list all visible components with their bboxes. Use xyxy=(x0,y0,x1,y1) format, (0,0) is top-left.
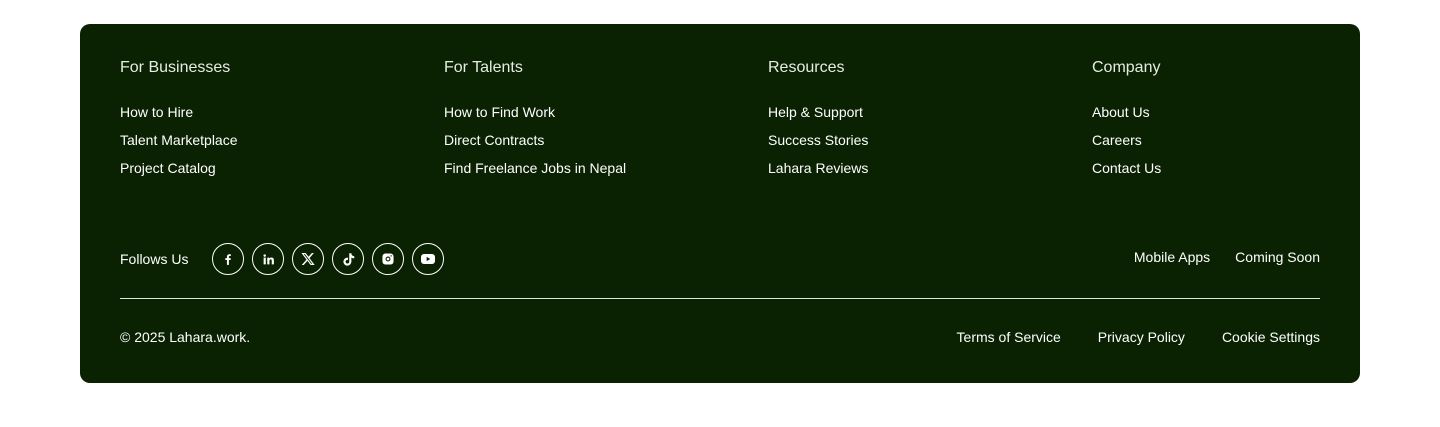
x-twitter-icon[interactable] xyxy=(292,243,325,275)
link-careers[interactable]: Careers xyxy=(1092,132,1142,148)
facebook-icon[interactable] xyxy=(212,243,245,275)
site-footer: For Businesses How to Hire Talent Market… xyxy=(80,24,1360,383)
linkedin-icon[interactable] xyxy=(252,243,285,275)
link-direct-contracts[interactable]: Direct Contracts xyxy=(444,132,544,148)
link-about-us[interactable]: About Us xyxy=(1092,104,1150,120)
legal-links: Terms of Service Privacy Policy Cookie S… xyxy=(957,328,1320,346)
link-success-stories[interactable]: Success Stories xyxy=(768,132,868,148)
instagram-icon[interactable] xyxy=(372,243,405,275)
footer-column-resources: Resources Help & Support Success Stories… xyxy=(768,58,868,187)
footer-column-company: Company About Us Careers Contact Us xyxy=(1092,58,1161,187)
link-how-to-find-work[interactable]: How to Find Work xyxy=(444,104,555,120)
column-title: For Businesses xyxy=(120,59,231,76)
link-how-to-hire[interactable]: How to Hire xyxy=(120,104,193,120)
link-cookie-settings[interactable]: Cookie Settings xyxy=(1222,328,1320,346)
follow-us-label: Follows Us xyxy=(120,251,189,267)
link-lahara-reviews[interactable]: Lahara Reviews xyxy=(768,160,868,176)
footer-column-businesses: For Businesses How to Hire Talent Market… xyxy=(120,58,238,187)
tiktok-icon[interactable] xyxy=(332,243,365,275)
copyright-text: © 2025 Lahara.work. xyxy=(120,329,251,345)
mobile-apps-label: Mobile Apps xyxy=(1133,249,1211,265)
link-contact-us[interactable]: Contact Us xyxy=(1092,160,1161,176)
link-privacy-policy[interactable]: Privacy Policy xyxy=(1098,328,1185,346)
youtube-icon[interactable] xyxy=(412,243,445,275)
link-help-support[interactable]: Help & Support xyxy=(768,104,863,120)
mobile-apps-row: Mobile Apps Coming Soon xyxy=(1134,248,1320,266)
column-title: For Talents xyxy=(444,59,523,76)
footer-divider xyxy=(120,298,1320,299)
link-terms-of-service[interactable]: Terms of Service xyxy=(957,328,1061,346)
column-title: Resources xyxy=(768,59,845,76)
social-links xyxy=(212,243,445,275)
mobile-apps-status: Coming Soon xyxy=(1235,249,1320,265)
footer-column-talents: For Talents How to Find Work Direct Cont… xyxy=(444,58,626,187)
link-find-freelance-jobs[interactable]: Find Freelance Jobs in Nepal xyxy=(444,160,626,176)
column-title: Company xyxy=(1092,59,1161,76)
link-project-catalog[interactable]: Project Catalog xyxy=(120,160,216,176)
follow-us-row: Follows Us xyxy=(120,243,445,275)
link-talent-marketplace[interactable]: Talent Marketplace xyxy=(120,132,238,148)
